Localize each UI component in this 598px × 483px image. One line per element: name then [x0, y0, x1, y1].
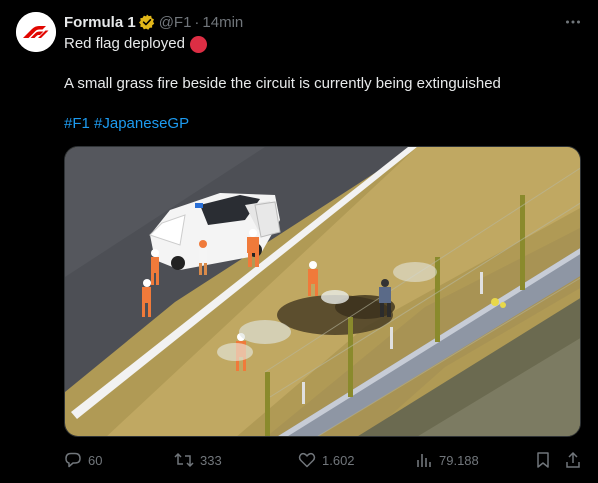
tweet-header: Formula 1 @F1 · 14min [64, 12, 582, 32]
share-button[interactable] [564, 451, 588, 469]
hashtag-line: #F1 #JapaneseGP [64, 114, 578, 134]
author-name[interactable]: Formula 1 [64, 14, 136, 31]
repost-button[interactable]: 333 [174, 451, 222, 469]
bookmark-icon [537, 452, 549, 468]
tweet-text: Red flag deployed A small grass fire bes… [64, 34, 578, 134]
repost-count: 333 [200, 452, 222, 468]
tweet-body: A small grass fire beside the circuit is… [64, 75, 501, 92]
red-circle-icon [189, 35, 207, 53]
reply-count: 60 [88, 452, 103, 468]
repost-icon [174, 452, 194, 468]
separator-dot: · [194, 13, 200, 31]
bookmark-button[interactable] [534, 451, 558, 469]
reply-icon [65, 452, 81, 468]
more-options-icon[interactable] [564, 12, 582, 32]
tweet-line-1: Red flag deployed [64, 34, 578, 54]
f1-logo-icon [16, 12, 56, 52]
verified-badge-icon[interactable] [138, 14, 155, 30]
views-count: 79.188 [439, 452, 479, 468]
heart-icon [298, 452, 316, 468]
tweet-media-photo[interactable] [64, 146, 581, 437]
reply-button[interactable]: 60 [64, 451, 102, 469]
tweet-action-bar: 60 333 1.602 79.188 [64, 451, 582, 471]
hashtag-japanesegp[interactable]: #JapaneseGP [94, 115, 189, 132]
hashtag-f1[interactable]: #F1 [64, 115, 90, 132]
views-chart-icon [417, 454, 431, 467]
like-button[interactable]: 1.602 [298, 451, 355, 469]
share-icon [566, 451, 580, 468]
like-count: 1.602 [322, 452, 355, 468]
views-button[interactable]: 79.188 [415, 451, 479, 469]
avatar[interactable] [16, 12, 56, 52]
track-photo-illustration [65, 147, 580, 436]
tweet-headline: Red flag deployed [64, 35, 185, 52]
author-handle[interactable]: @F1 [159, 14, 192, 31]
timestamp[interactable]: 14min [202, 14, 243, 31]
